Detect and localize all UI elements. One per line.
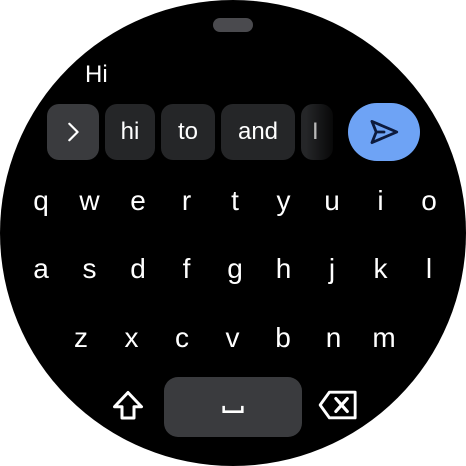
key-e[interactable]: e [118,181,158,221]
key-i[interactable]: i [361,181,401,221]
key-t[interactable]: t [215,181,255,221]
key-l[interactable]: l [409,249,449,289]
typed-text: Hi [85,61,108,88]
backspace-icon [318,390,357,420]
key-h[interactable]: h [264,249,304,289]
drag-handle[interactable] [213,18,253,32]
key-k[interactable]: k [361,249,401,289]
send-button[interactable] [348,103,420,161]
key-p[interactable]: p [458,181,466,221]
shift-key[interactable] [106,384,150,428]
suggestion-chip[interactable]: to [161,104,215,160]
key-j[interactable]: j [312,249,352,289]
key-c[interactable]: c [162,318,202,358]
suggestion-chip[interactable]: I [301,104,333,160]
key-u[interactable]: u [312,181,352,221]
key-w[interactable]: w [70,181,110,221]
expand-suggestions-button[interactable] [47,104,99,160]
key-y[interactable]: y [264,181,304,221]
key-d[interactable]: d [118,249,158,289]
key-q[interactable]: q [21,181,61,221]
watch-screen: Hi hi to and I qwertyuiop asdfghjkl zxcvbn… [0,0,466,466]
chevron-right-icon [68,122,79,142]
key-z[interactable]: z [61,318,101,358]
suggestion-chip[interactable]: and [221,104,295,160]
backspace-key[interactable] [315,383,361,427]
key-g[interactable]: g [215,249,255,289]
key-a[interactable]: a [21,249,61,289]
key-m[interactable]: m [364,318,404,358]
key-b[interactable]: b [263,318,303,358]
suggestion-chip[interactable]: hi [105,104,155,160]
space-key[interactable] [164,377,302,437]
key-v[interactable]: v [213,318,253,358]
shift-icon [113,391,143,420]
key-n[interactable]: n [314,318,354,358]
key-r[interactable]: r [167,181,207,221]
key-x[interactable]: x [112,318,152,358]
send-icon [370,119,399,145]
key-f[interactable]: f [167,249,207,289]
key-o[interactable]: o [409,181,449,221]
key-s[interactable]: s [70,249,110,289]
space-icon [222,405,244,413]
